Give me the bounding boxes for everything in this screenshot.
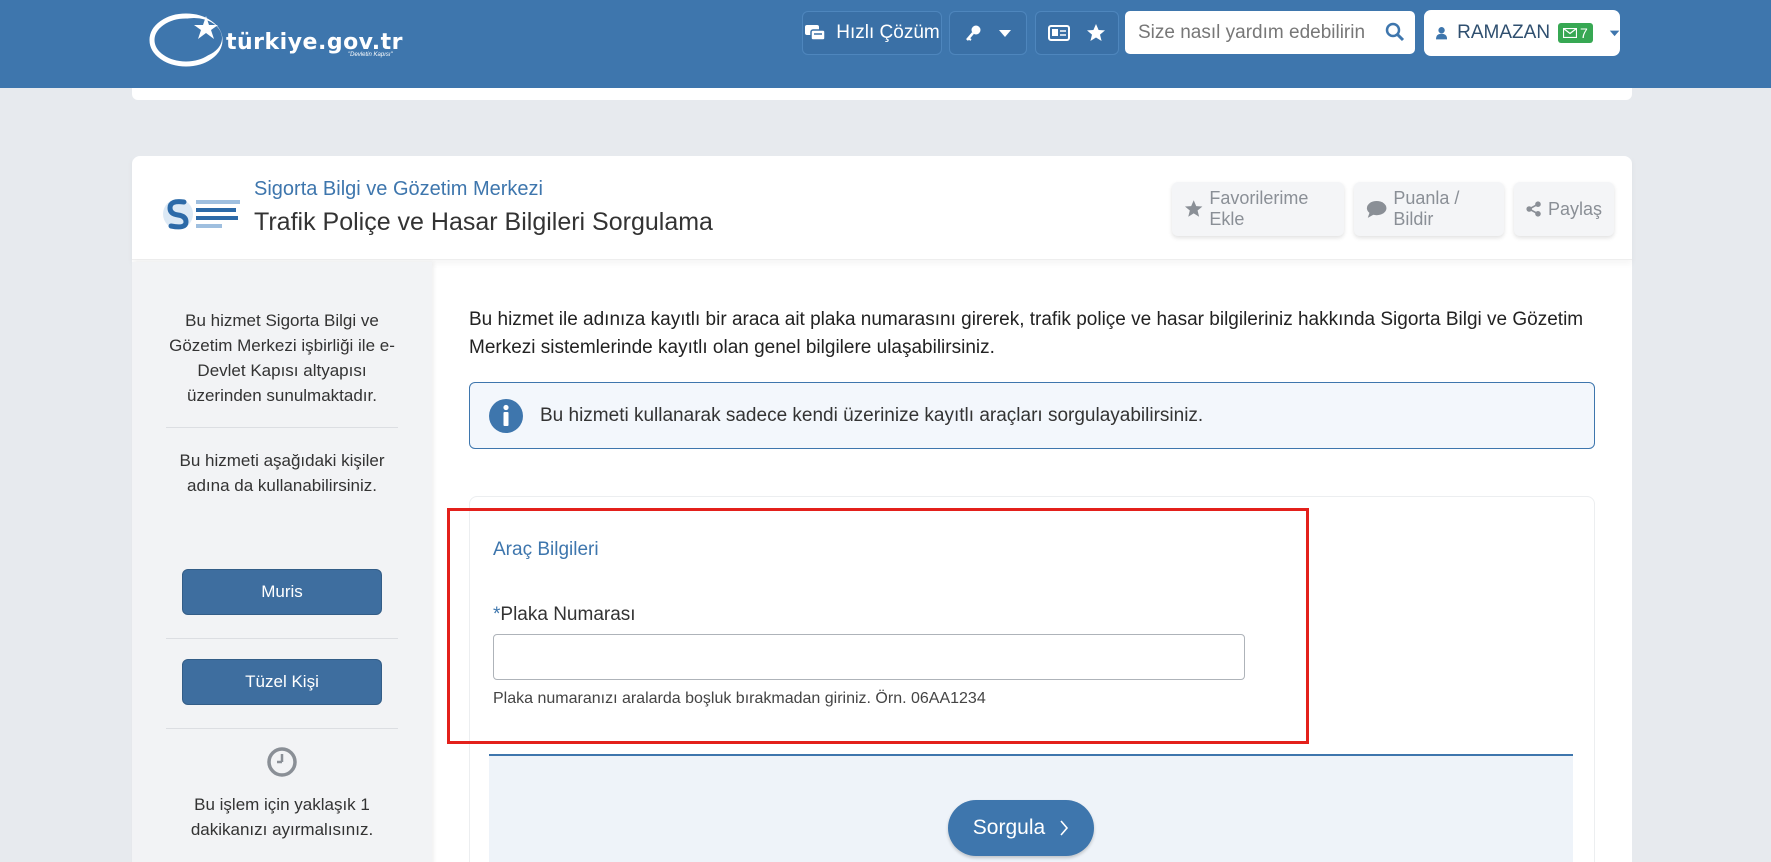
divider bbox=[166, 638, 398, 639]
duration-note: Bu işlem için yaklaşık 1 dakikanızı ayır… bbox=[190, 795, 374, 839]
search-icon[interactable] bbox=[1385, 22, 1405, 42]
rate-report-button[interactable]: Puanla / Bildir bbox=[1354, 182, 1504, 236]
share-button[interactable]: Paylaş bbox=[1514, 182, 1614, 236]
key-menu-button[interactable] bbox=[949, 11, 1027, 55]
clock-icon bbox=[267, 747, 297, 777]
divider bbox=[166, 427, 398, 428]
user-name: RAMAZAN bbox=[1457, 22, 1551, 43]
share-icon bbox=[1526, 201, 1541, 217]
turkiye-gov-logo[interactable]: türkiye.gov.tr "Devletin Kapısı" bbox=[148, 8, 402, 68]
service-header: Sigorta Bilgi ve Gözetim Merkezi Trafik … bbox=[132, 156, 1632, 260]
id-card-icon bbox=[1048, 25, 1070, 41]
add-favorite-button[interactable]: Favorilerime Ekle bbox=[1172, 182, 1344, 236]
logo-subtext: "Devletin Kapısı" bbox=[348, 52, 393, 58]
crescent-star-icon bbox=[149, 13, 223, 67]
on-behalf-note: Bu hizmeti aşağıdaki kişiler adına da ku… bbox=[179, 451, 385, 495]
quick-solution-button[interactable]: Hızlı Çözüm bbox=[802, 11, 942, 55]
search-box[interactable] bbox=[1125, 11, 1415, 54]
star-icon bbox=[1087, 24, 1105, 41]
add-favorite-label: Favorilerime Ekle bbox=[1209, 188, 1309, 229]
user-menu[interactable]: RAMAZAN 7 bbox=[1424, 10, 1620, 56]
message-badge[interactable]: 7 bbox=[1558, 23, 1593, 43]
message-count: 7 bbox=[1580, 25, 1588, 41]
chat-bubbles-icon bbox=[805, 25, 827, 41]
provider-note: Bu hizmet Sigorta Bilgi ve Gözetim Merke… bbox=[169, 311, 395, 405]
speech-bubble-icon bbox=[1366, 201, 1387, 218]
service-card: Sigorta Bilgi ve Gözetim Merkezi Trafik … bbox=[132, 156, 1632, 862]
legal-entity-button[interactable]: Tüzel Kişi bbox=[182, 659, 382, 705]
info-icon bbox=[489, 398, 523, 433]
user-icon bbox=[1436, 27, 1448, 40]
chevron-down-icon bbox=[1609, 30, 1620, 37]
info-text: Bu hizmeti kullanarak sadece kendi üzeri… bbox=[540, 404, 1204, 426]
rate-report-label: Puanla / Bildir bbox=[1393, 188, 1460, 229]
id-card-favorites-group[interactable] bbox=[1035, 11, 1119, 55]
sbm-logo bbox=[163, 199, 240, 230]
divider bbox=[166, 728, 398, 729]
query-button-label: Sorgula bbox=[972, 816, 1046, 839]
organization-name[interactable]: Sigorta Bilgi ve Gözetim Merkezi bbox=[254, 178, 543, 201]
query-button[interactable]: Sorgula bbox=[948, 800, 1094, 856]
star-icon bbox=[1184, 200, 1203, 217]
search-input[interactable] bbox=[1138, 21, 1378, 44]
service-intro: Bu hizmet ile adınıza kayıtlı bir araca … bbox=[469, 309, 1584, 358]
envelope-icon bbox=[1563, 28, 1578, 38]
share-label: Paylaş bbox=[1547, 198, 1602, 219]
key-icon bbox=[966, 25, 981, 41]
top-header: türkiye.gov.tr "Devletin Kapısı" Hızlı Ç… bbox=[0, 0, 1771, 88]
chevron-right-icon bbox=[1060, 820, 1069, 836]
breadcrumb-strip bbox=[132, 88, 1632, 100]
info-alert: Bu hizmeti kullanarak sadece kendi üzeri… bbox=[469, 382, 1595, 449]
service-sidebar: Bu hizmet Sigorta Bilgi ve Gözetim Merke… bbox=[132, 262, 432, 862]
service-title: Trafik Poliçe ve Hasar Bilgileri Sorgula… bbox=[254, 208, 713, 236]
quick-solution-label: Hızlı Çözüm bbox=[836, 22, 940, 43]
highlight-box bbox=[447, 508, 1309, 744]
muris-button[interactable]: Muris bbox=[182, 569, 382, 615]
chevron-down-icon bbox=[999, 30, 1011, 37]
